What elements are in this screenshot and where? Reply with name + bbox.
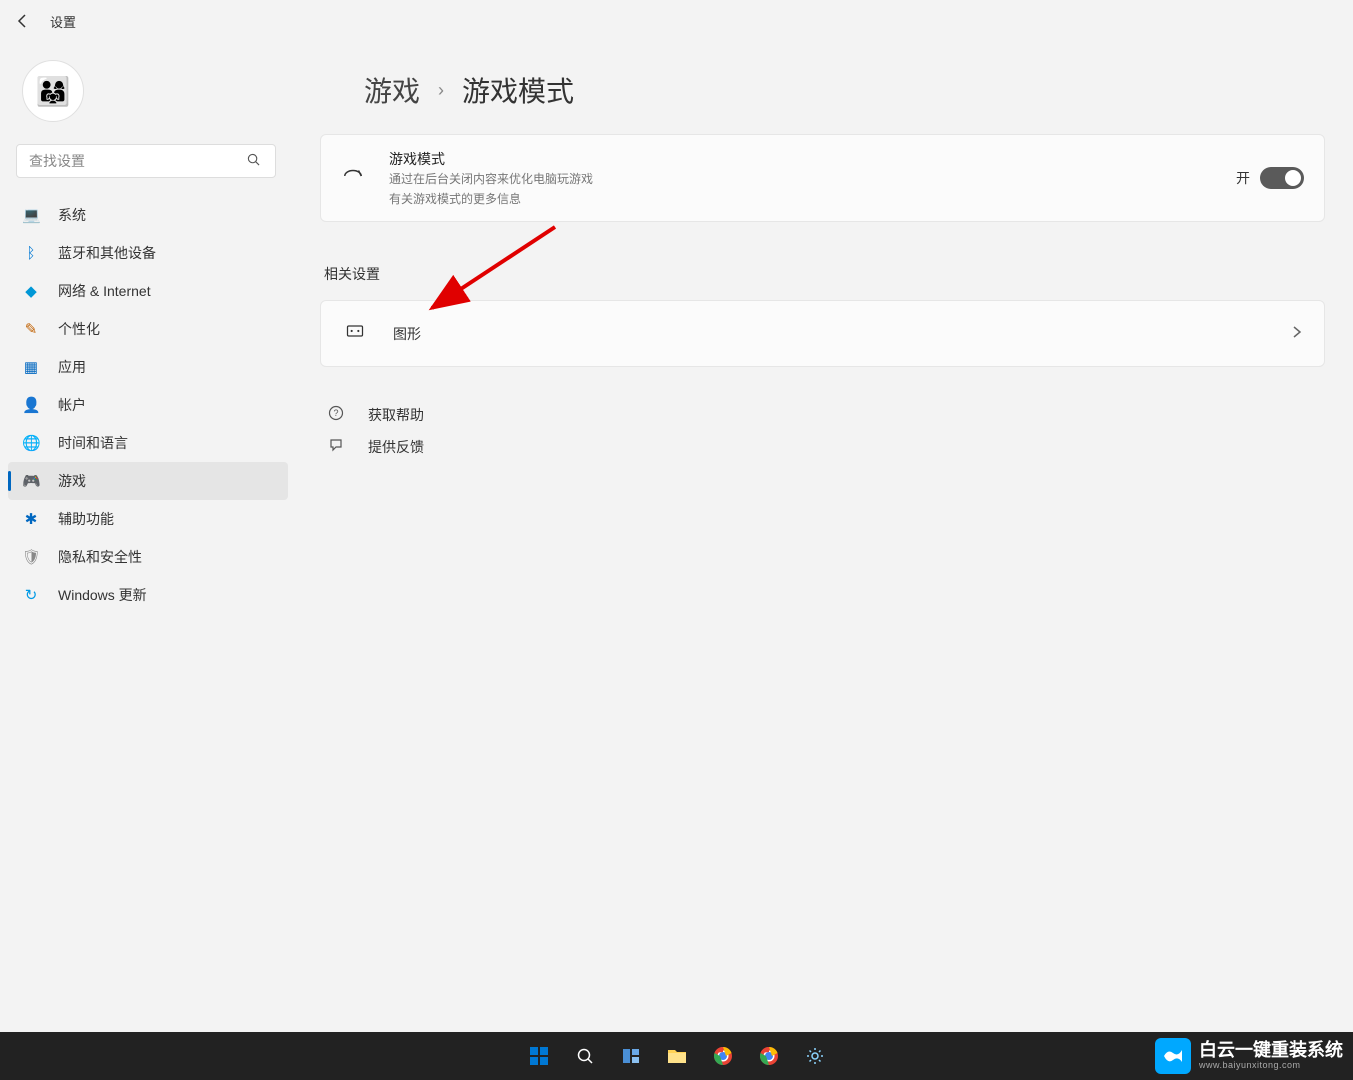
watermark-icon <box>1155 1038 1191 1074</box>
time-language-icon: 🌐 <box>22 434 40 452</box>
breadcrumb-current: 游戏模式 <box>462 70 574 110</box>
breadcrumb-parent[interactable]: 游戏 <box>364 70 420 110</box>
game-mode-card: 游戏模式 通过在后台关闭内容来优化电脑玩游戏 有关游戏模式的更多信息 开 <box>320 134 1325 222</box>
sidebar-item-8[interactable]: ✱ 辅助功能 <box>8 500 288 538</box>
game-mode-toggle-label: 开 <box>1236 168 1250 188</box>
give-feedback-label: 提供反馈 <box>368 437 424 457</box>
sidebar-item-4[interactable]: ▦ 应用 <box>8 348 288 386</box>
sidebar-item-label: 游戏 <box>58 471 86 491</box>
sidebar-item-label: 系统 <box>58 205 86 225</box>
taskbar-search-button[interactable] <box>565 1036 605 1076</box>
sidebar: 👨‍👩‍👧 💻 系统 ᛒ 蓝牙和其他设备 ◆ 网络 & Internet ✎ 个性化 ▦ 应用 👤 帐… <box>8 60 288 614</box>
sidebar-item-label: 辅助功能 <box>58 509 114 529</box>
get-help-label: 获取帮助 <box>368 405 424 425</box>
sidebar-item-7[interactable]: 🎮 游戏 <box>8 462 288 500</box>
apps-icon: ▦ <box>22 358 40 376</box>
taskbar: 白云一键重装系统 www.baiyunxitong.com <box>0 1032 1353 1080</box>
chrome-button[interactable] <box>703 1036 743 1076</box>
search-input[interactable] <box>16 144 276 178</box>
watermark-url: www.baiyunxitong.com <box>1199 1061 1343 1071</box>
sidebar-item-label: 时间和语言 <box>58 433 128 453</box>
settings-taskbar-button[interactable] <box>795 1036 835 1076</box>
sidebar-item-9[interactable]: 🛡 隐私和安全性 <box>8 538 288 576</box>
get-help-link[interactable]: ? 获取帮助 <box>320 399 1325 431</box>
sidebar-item-label: 蓝牙和其他设备 <box>58 243 156 263</box>
sidebar-item-2[interactable]: ◆ 网络 & Internet <box>8 272 288 310</box>
game-mode-more-info-link[interactable]: 有关游戏模式的更多信息 <box>389 190 1212 207</box>
accessibility-icon: ✱ <box>22 510 40 528</box>
bluetooth-icon: ᛒ <box>22 245 40 262</box>
windows-update-icon: ↻ <box>22 586 40 604</box>
system-icon: 💻 <box>22 206 40 224</box>
sidebar-item-label: 个性化 <box>58 319 100 339</box>
avatar-picture: 👨‍👩‍👧 <box>36 75 71 108</box>
sidebar-item-label: Windows 更新 <box>58 585 147 605</box>
watermark: 白云一键重装系统 www.baiyunxitong.com <box>1155 1038 1343 1074</box>
back-button[interactable] <box>14 12 32 30</box>
network-icon: ◆ <box>22 282 40 300</box>
help-icon: ? <box>326 405 346 425</box>
personalization-icon: ✎ <box>22 320 40 338</box>
sidebar-item-10[interactable]: ↻ Windows 更新 <box>8 576 288 614</box>
sidebar-item-label: 帐户 <box>58 395 86 415</box>
sidebar-item-label: 网络 & Internet <box>58 281 151 301</box>
related-settings-heading: 相关设置 <box>324 264 1325 284</box>
watermark-title: 白云一键重装系统 <box>1199 1041 1343 1061</box>
sidebar-item-1[interactable]: ᛒ 蓝牙和其他设备 <box>8 234 288 272</box>
privacy-icon: 🛡 <box>22 548 40 566</box>
breadcrumb-separator: › <box>438 80 444 101</box>
sidebar-item-label: 隐私和安全性 <box>58 547 142 567</box>
give-feedback-link[interactable]: 提供反馈 <box>320 431 1325 463</box>
file-explorer-button[interactable] <box>657 1036 697 1076</box>
window-title: 设置 <box>50 12 76 31</box>
sidebar-item-5[interactable]: 👤 帐户 <box>8 386 288 424</box>
svg-text:?: ? <box>333 408 338 418</box>
sidebar-item-0[interactable]: 💻 系统 <box>8 196 288 234</box>
user-avatar[interactable]: 👨‍👩‍👧 <box>22 60 84 122</box>
breadcrumb: 游戏 › 游戏模式 <box>320 70 1325 110</box>
game-mode-title: 游戏模式 <box>389 149 1212 169</box>
graphics-link-card[interactable]: 图形 <box>320 300 1325 367</box>
search-icon <box>247 153 260 169</box>
sidebar-item-3[interactable]: ✎ 个性化 <box>8 310 288 348</box>
start-button[interactable] <box>519 1036 559 1076</box>
game-mode-description: 通过在后台关闭内容来优化电脑玩游戏 <box>389 171 1212 188</box>
chevron-right-icon <box>1292 325 1302 342</box>
sidebar-item-label: 应用 <box>58 357 86 377</box>
game-mode-icon <box>341 165 365 192</box>
graphics-label: 图形 <box>393 324 1266 344</box>
game-mode-toggle[interactable] <box>1260 167 1304 189</box>
accounts-icon: 👤 <box>22 396 40 414</box>
feedback-icon <box>326 437 346 457</box>
graphics-icon <box>343 321 367 346</box>
sidebar-item-6[interactable]: 🌐 时间和语言 <box>8 424 288 462</box>
chrome-button-2[interactable] <box>749 1036 789 1076</box>
gaming-icon: 🎮 <box>22 472 40 490</box>
task-view-button[interactable] <box>611 1036 651 1076</box>
